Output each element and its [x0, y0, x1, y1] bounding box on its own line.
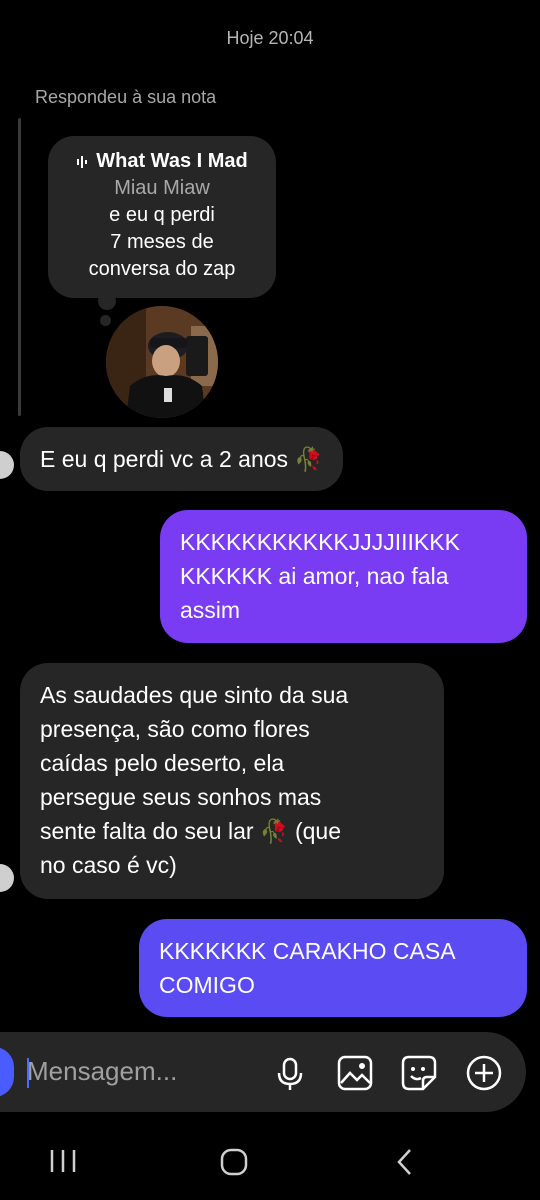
reply-label: Respondeu à sua nota — [35, 87, 217, 107]
note-text-line: conversa do zap — [88, 258, 236, 280]
message-line: KKKKKKKKKKKJJJJIIIKKK — [180, 529, 460, 555]
add-icon[interactable] — [464, 1053, 504, 1093]
sticker-icon[interactable] — [399, 1053, 439, 1093]
note-text: e eu q perdi 7 meses de conversa do zap — [48, 202, 276, 283]
message-input[interactable]: Mensagem... — [27, 1056, 177, 1087]
message-line: sente falta do seu lar 🥀 (que — [40, 814, 424, 848]
recent-apps-icon[interactable] — [48, 1147, 78, 1175]
note-text-line: 7 meses de — [110, 231, 214, 253]
avatar-photo — [106, 306, 218, 418]
note-bubble[interactable]: What Was I Mad Miau Miaw e eu q perdi 7 … — [48, 136, 276, 298]
system-navigation-bar — [0, 1112, 540, 1200]
note-artist: Miau Miaw — [114, 177, 210, 199]
home-icon[interactable] — [219, 1148, 249, 1176]
message-incoming[interactable]: E eu q perdi vc a 2 anos 🥀 — [20, 427, 343, 491]
message-text: E eu q perdi vc a 2 anos — [40, 446, 289, 472]
message-line: no caso é vc) — [40, 852, 177, 878]
rose-emoji: 🥀 — [294, 446, 323, 472]
reply-indicator-line — [18, 118, 21, 416]
message-outgoing[interactable]: KKKKKKK CARAKHO CASA COMIGO — [139, 919, 527, 1017]
message-incoming[interactable]: As saudades que sinto da sua presença, s… — [20, 663, 444, 899]
note-song-title: What Was I Mad — [96, 150, 248, 172]
message-line: presença, são como flores — [40, 716, 310, 742]
message-line: KKKKKKK CARAKHO CASA — [159, 938, 456, 964]
note-text-line: e eu q perdi — [109, 204, 215, 226]
note-thought-dot-small — [100, 315, 111, 326]
microphone-icon[interactable] — [270, 1053, 310, 1093]
note-thought-dot — [98, 292, 116, 310]
message-line: assim — [180, 597, 241, 623]
message-line: persegue seus sonhos mas — [40, 784, 322, 810]
audio-wave-icon — [77, 155, 88, 168]
message-line: As saudades que sinto da sua — [40, 682, 349, 708]
message-text: (que — [294, 818, 341, 844]
message-line: caídas pelo deserto, ela — [40, 750, 285, 776]
message-text: sente falta do seu lar — [40, 818, 254, 844]
message-line: COMIGO — [159, 972, 255, 998]
message-line: KKKKKK ai amor, nao fala — [180, 563, 449, 589]
sender-avatar[interactable] — [0, 864, 14, 892]
gallery-icon[interactable] — [335, 1053, 375, 1093]
timestamp: Hoje 20:04 — [226, 28, 314, 48]
note-avatar[interactable] — [106, 306, 218, 418]
back-icon[interactable] — [393, 1147, 417, 1177]
message-outgoing[interactable]: KKKKKKKKKKKJJJJIIIKKK KKKKKK ai amor, na… — [160, 510, 527, 643]
rose-emoji: 🥀 — [259, 818, 289, 844]
note-song: What Was I Mad — [48, 150, 276, 173]
sender-avatar[interactable] — [0, 451, 14, 479]
